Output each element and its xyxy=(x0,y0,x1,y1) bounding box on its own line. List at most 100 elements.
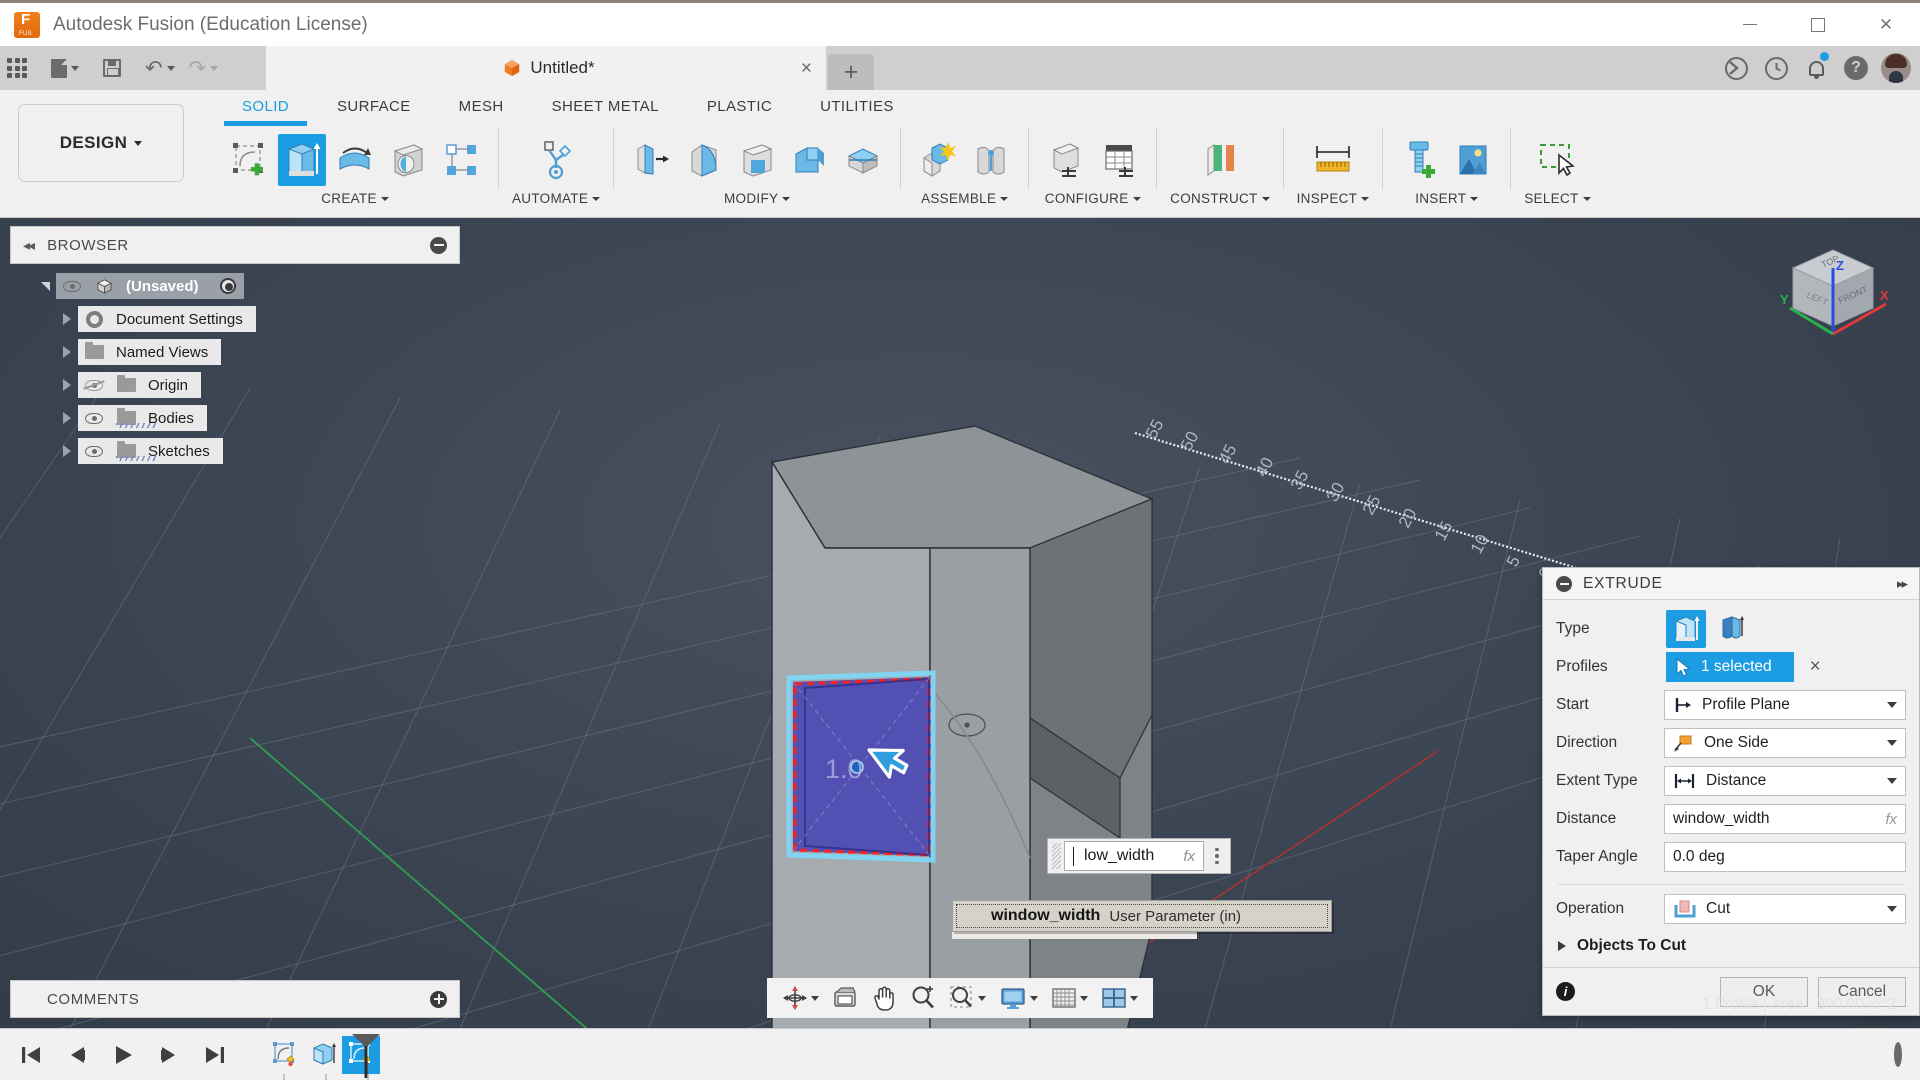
undo-button[interactable]: ↶ xyxy=(138,50,182,86)
visibility-toggle[interactable] xyxy=(56,273,88,299)
activate-radio[interactable] xyxy=(211,273,244,299)
ribbon-group-label-create[interactable]: CREATE xyxy=(321,191,389,206)
operation-dropdown[interactable]: Cut xyxy=(1664,894,1906,924)
plus-circle-icon[interactable] xyxy=(430,990,447,1008)
objects-to-cut-section[interactable]: Objects To Cut xyxy=(1556,929,1906,963)
taper-angle-input[interactable]: 0.0 deg xyxy=(1664,842,1906,872)
ribbon-group-label-modify[interactable]: MODIFY xyxy=(724,191,791,206)
tab-mesh[interactable]: MESH xyxy=(435,94,528,119)
app-grid-button[interactable] xyxy=(0,50,34,86)
distance-input[interactable]: window_width fx xyxy=(1664,804,1906,834)
solid-extrude-icon[interactable] xyxy=(1666,610,1706,648)
new-document-button[interactable] xyxy=(44,50,86,86)
tab-surface[interactable]: SURFACE xyxy=(313,94,435,119)
expand-toggle[interactable] xyxy=(34,275,56,297)
save-button[interactable] xyxy=(96,50,128,86)
view-cube[interactable]: TOP LEFT FRONT X Y Z xyxy=(1768,234,1898,354)
insert-mcmaster-button[interactable] xyxy=(1396,134,1444,186)
offset-plane-button[interactable] xyxy=(1196,134,1244,186)
hole-button[interactable] xyxy=(384,134,432,186)
comments-panel[interactable]: COMMENTS xyxy=(10,980,460,1018)
profiles-select-button[interactable]: 1 selected xyxy=(1666,652,1794,682)
autocomplete-item[interactable]: window_width User Parameter (in) xyxy=(956,904,1328,928)
ribbon-group-label-configure[interactable]: CONFIGURE xyxy=(1045,191,1141,206)
help-icon[interactable]: ? xyxy=(1836,46,1876,90)
visibility-toggle[interactable] xyxy=(78,372,110,398)
timeline-settings-button[interactable] xyxy=(1894,1041,1902,1067)
extrude-button[interactable] xyxy=(278,134,326,186)
surface-extrude-icon[interactable] xyxy=(1712,610,1752,648)
viewport[interactable]: 55 50 45 40 35 30 25 20 15 10 5 0 5 10 1… xyxy=(0,218,1920,1028)
ribbon-group-label-select[interactable]: SELECT xyxy=(1524,191,1591,206)
visibility-toggle[interactable] xyxy=(78,438,110,464)
timeline-marker[interactable] xyxy=(348,1032,388,1078)
tree-item-origin[interactable]: Origin xyxy=(10,371,460,399)
drag-grip-icon[interactable] xyxy=(1052,843,1061,869)
tree-item-sketches[interactable]: Sketches xyxy=(10,437,460,465)
joint-button[interactable] xyxy=(967,134,1015,186)
grid-snaps-button[interactable] xyxy=(1046,978,1093,1018)
ribbon-group-label-construct[interactable]: CONSTRUCT xyxy=(1170,191,1270,206)
tab-utilities[interactable]: UTILITIES xyxy=(796,94,918,119)
minimize-circle-icon[interactable] xyxy=(1556,575,1572,592)
combine-button[interactable] xyxy=(786,134,834,186)
ribbon-group-label-assemble[interactable]: ASSEMBLE xyxy=(921,191,1009,206)
extent-type-dropdown[interactable]: Distance xyxy=(1664,766,1906,796)
user-avatar[interactable] xyxy=(1876,46,1916,90)
look-at-button[interactable] xyxy=(827,978,863,1018)
autocomplete-dropdown[interactable]: window_width User Parameter (in) xyxy=(952,900,1332,932)
close-icon[interactable]: × xyxy=(801,59,812,78)
ribbon-group-label-automate[interactable]: AUTOMATE xyxy=(512,191,601,206)
minimize-button[interactable] xyxy=(1716,3,1784,46)
redo-button[interactable]: ↷ xyxy=(182,50,226,86)
tab-sheet-metal[interactable]: SHEET METAL xyxy=(528,94,683,119)
tree-item-named-views[interactable]: Named Views xyxy=(10,338,460,366)
tab-plastic[interactable]: PLASTIC xyxy=(683,94,796,119)
clear-selection-icon[interactable]: × xyxy=(1810,656,1821,678)
expand-toggle[interactable] xyxy=(56,308,78,330)
press-pull-button[interactable] xyxy=(627,134,675,186)
fillet-button[interactable] xyxy=(680,134,728,186)
timeline-first-button[interactable] xyxy=(14,1038,48,1072)
create-sketch-button[interactable] xyxy=(225,134,273,186)
tree-item-bodies[interactable]: Bodies xyxy=(10,404,460,432)
offset-face-button[interactable] xyxy=(839,134,887,186)
vertical-dots-icon[interactable] xyxy=(1204,847,1230,865)
measure-button[interactable] xyxy=(1309,134,1357,186)
extension-icon[interactable] xyxy=(1716,46,1756,90)
shell-button[interactable] xyxy=(733,134,781,186)
insert-canvas-button[interactable] xyxy=(1449,134,1497,186)
tree-item-document-settings[interactable]: Document Settings xyxy=(10,305,460,333)
pan-button[interactable] xyxy=(866,978,902,1018)
double-left-arrow-icon[interactable]: ◂◂ xyxy=(23,237,35,254)
config-table-button[interactable] xyxy=(1095,134,1143,186)
direction-dropdown[interactable]: One Side xyxy=(1664,728,1906,758)
document-tab[interactable]: Untitled* × xyxy=(266,46,826,90)
timeline-play-button[interactable] xyxy=(106,1038,140,1072)
select-button[interactable] xyxy=(1533,134,1581,186)
double-right-arrow-icon[interactable]: ▸▸ xyxy=(1897,576,1908,592)
workspace-selector[interactable]: DESIGN xyxy=(18,104,184,182)
pattern-button[interactable] xyxy=(437,134,485,186)
timeline-last-button[interactable] xyxy=(198,1038,232,1072)
tree-item-unsaved[interactable]: (Unsaved) xyxy=(10,272,460,300)
inline-value-field[interactable]: low_width fx xyxy=(1064,841,1204,871)
new-tab-button[interactable]: + xyxy=(828,54,874,90)
viewports-button[interactable] xyxy=(1096,978,1143,1018)
new-component-button[interactable] xyxy=(914,134,962,186)
orbit-button[interactable] xyxy=(777,978,824,1018)
notifications-bell-icon[interactable] xyxy=(1796,46,1836,90)
fx-icon[interactable]: fx xyxy=(1885,811,1897,828)
fx-icon[interactable]: fx xyxy=(1183,848,1195,865)
expand-toggle[interactable] xyxy=(56,374,78,396)
info-icon[interactable]: i xyxy=(1556,982,1575,1001)
recent-clock-icon[interactable] xyxy=(1756,46,1796,90)
start-dropdown[interactable]: Profile Plane xyxy=(1664,690,1906,720)
expand-toggle[interactable] xyxy=(56,407,78,429)
maximize-button[interactable] xyxy=(1784,3,1852,46)
tab-solid[interactable]: SOLID xyxy=(218,94,313,126)
fit-button[interactable] xyxy=(944,978,991,1018)
timeline-feature-sketch[interactable] xyxy=(266,1036,304,1074)
timeline-feature-extrude[interactable] xyxy=(304,1036,342,1074)
timeline-prev-button[interactable] xyxy=(60,1038,94,1072)
